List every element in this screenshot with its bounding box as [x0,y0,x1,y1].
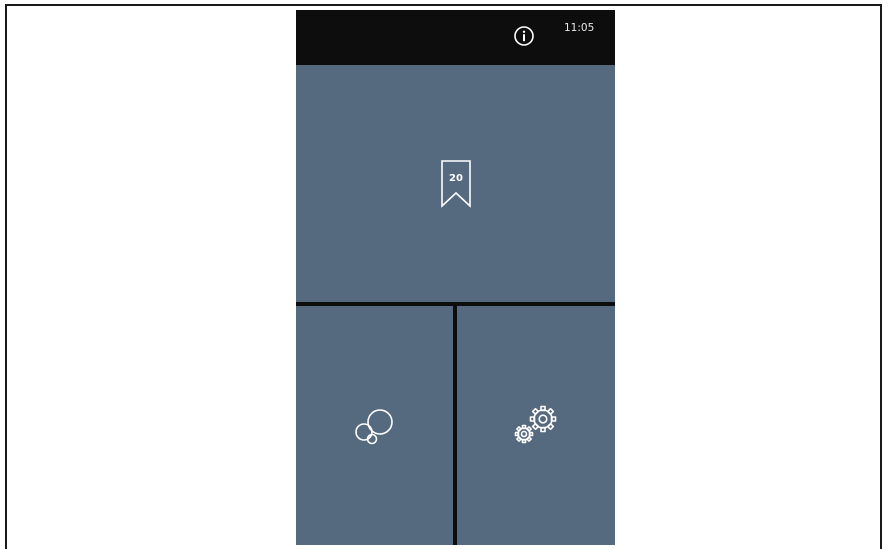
bubbles-tile[interactable] [296,306,453,545]
bookmarks-tile[interactable]: 20 [296,65,615,302]
settings-tile[interactable] [457,306,615,545]
device-screen: 11:05 20 [296,10,615,545]
status-clock: 11:05 [564,22,595,34]
bookmark-icon: 20 [440,159,471,208]
info-circle-icon [514,26,534,46]
info-button[interactable] [513,25,535,47]
status-bar: 11:05 [296,10,615,65]
gears-icon [514,405,557,443]
bubbles-icon [354,408,393,444]
bookmark-number: 20 [449,173,463,184]
